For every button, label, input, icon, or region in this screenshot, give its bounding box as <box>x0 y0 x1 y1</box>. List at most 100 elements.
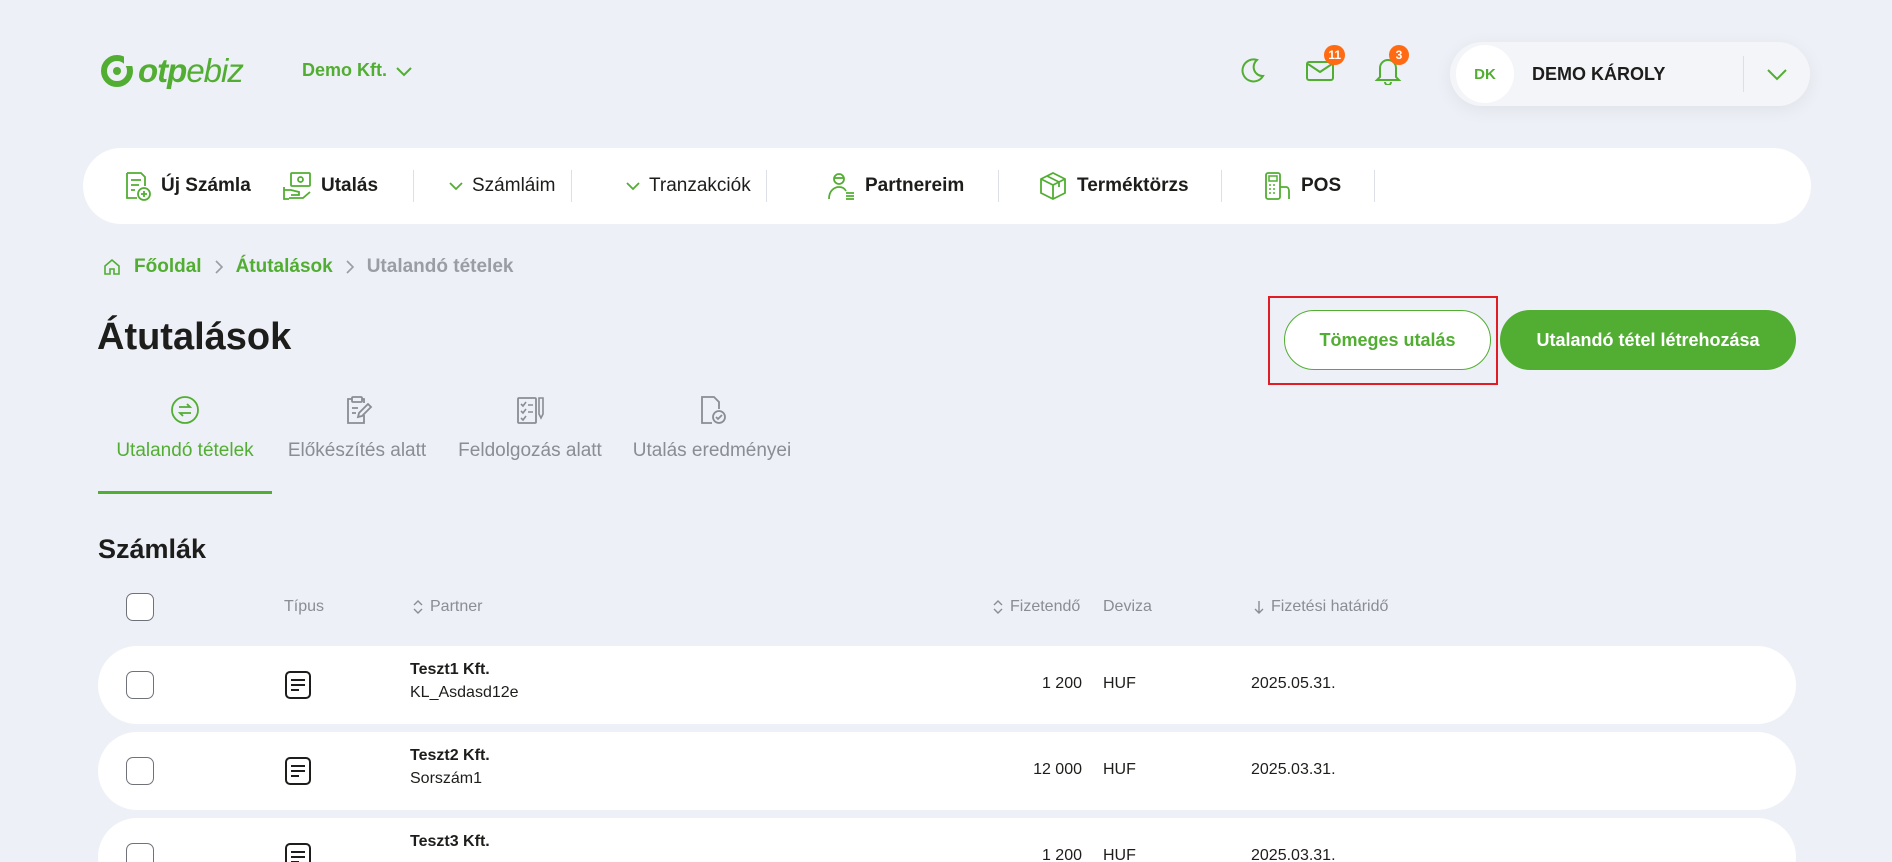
document-check-icon <box>701 396 726 424</box>
document-icon <box>285 671 311 699</box>
partner-reference: Sorszám1 <box>410 770 483 787</box>
active-tab-indicator <box>98 491 272 494</box>
nav-partners-label: Partnereim <box>865 175 965 196</box>
logo-text: otpebiz <box>138 52 244 89</box>
currency: HUF <box>1103 675 1136 692</box>
nav-partners[interactable]: Partnereim <box>825 148 964 224</box>
divider <box>1374 170 1375 202</box>
row-checkbox[interactable] <box>126 671 154 699</box>
payment-deadline: 2025.03.31. <box>1251 847 1336 862</box>
breadcrumb-transfers[interactable]: Átutalások <box>236 256 333 278</box>
notifications-button[interactable]: 3 <box>1373 45 1409 86</box>
chevron-down-icon <box>1767 69 1787 81</box>
invoice-add-icon <box>126 172 151 201</box>
partner-name: Teszt3 Kft. <box>410 833 490 850</box>
dark-mode-toggle[interactable] <box>1238 55 1268 85</box>
checklist-icon <box>517 397 544 424</box>
nav-transactions-label: Tranzakciók <box>649 175 751 196</box>
otp-logo-icon <box>101 55 134 87</box>
divider <box>413 170 414 202</box>
sort-icon <box>993 600 1003 614</box>
chevron-down-icon <box>396 66 412 76</box>
breadcrumb: Főoldal Átutalások Utalandó tételek <box>102 256 513 278</box>
user-menu[interactable]: DK DEMO KÁROLY <box>1450 42 1810 106</box>
select-all-checkbox[interactable] <box>126 593 154 621</box>
partner-cell: Teszt1 Kft. KL_Asdasd12e <box>410 661 519 702</box>
bell-badge: 3 <box>1389 45 1409 65</box>
breadcrumb-current: Utalandó tételek <box>366 256 514 277</box>
partner-cell: Teszt2 Kft. Sorszám1 <box>410 747 490 788</box>
tab-label: Utalandó tételek <box>116 440 254 461</box>
moon-icon <box>1241 58 1265 83</box>
user-menu-toggle[interactable] <box>1744 67 1810 81</box>
partner-name: Teszt1 Kft. <box>410 661 490 678</box>
nav-products[interactable]: Terméktörzs <box>1037 148 1189 224</box>
column-header-deadline[interactable]: Fizetési határidő <box>1253 598 1388 616</box>
invoices-section-title: Számlák <box>98 534 207 564</box>
amount: 1 200 <box>1041 675 1082 692</box>
tab-in-preparation[interactable]: Előkészítés alatt <box>286 392 428 492</box>
sort-icon <box>413 600 423 614</box>
chevron-right-icon <box>214 260 223 274</box>
bulk-transfer-button[interactable]: Tömeges utalás <box>1284 310 1491 370</box>
tab-label: Előkészítés alatt <box>287 440 427 461</box>
partner-person-icon <box>828 173 854 200</box>
money-transfer-icon <box>283 172 311 200</box>
home-icon[interactable] <box>102 257 122 277</box>
document-icon <box>285 843 311 862</box>
transfer-arrows-icon <box>171 396 199 424</box>
page-title: Átutalások <box>97 316 292 358</box>
box-icon <box>1040 171 1066 201</box>
column-header-type: Típus <box>284 598 325 615</box>
currency: HUF <box>1103 761 1136 778</box>
nav-pos-label: POS <box>1301 175 1342 196</box>
create-transfer-item-button[interactable]: Utalandó tétel létrehozása <box>1500 310 1796 370</box>
nav-transfer-label: Utalás <box>321 175 379 196</box>
nav-transactions[interactable]: Tranzakciók <box>625 148 751 224</box>
tab-label: Utalás eredményei <box>632 440 792 461</box>
divider <box>998 170 999 202</box>
column-header-currency: Deviza <box>1103 598 1152 615</box>
top-bar: otpebiz Demo Kft. 11 3 DK DEMO KÁROLY <box>0 0 1892 140</box>
nav-accounts[interactable]: Számláim <box>448 148 555 224</box>
chevron-right-icon <box>346 260 354 274</box>
partner-cell: Teszt3 Kft. <box>410 833 490 856</box>
row-checkbox[interactable] <box>126 843 154 862</box>
chevron-down-icon <box>449 182 463 191</box>
pos-terminal-icon <box>1265 172 1290 200</box>
payment-deadline: 2025.05.31. <box>1251 675 1336 692</box>
otpebiz-logo[interactable]: otpebiz <box>100 52 244 90</box>
row-checkbox[interactable] <box>126 757 154 785</box>
column-header-partner[interactable]: Partner <box>412 598 482 616</box>
partner-name: Teszt2 Kft. <box>410 747 490 764</box>
main-nav: Új Számla Utalás Számláim Tranzakciók Pa… <box>83 148 1811 224</box>
partner-reference: KL_Asdasd12e <box>410 684 519 701</box>
divider <box>766 170 767 202</box>
user-name: DEMO KÁROLY <box>1532 63 1666 84</box>
company-selector[interactable]: Demo Kft. <box>302 60 413 81</box>
nav-transfer[interactable]: Utalás <box>281 148 378 224</box>
document-icon <box>285 757 311 785</box>
tab-processing[interactable]: Feldolgozás alatt <box>458 392 602 492</box>
avatar: DK <box>1456 45 1514 103</box>
sort-descending-icon <box>1254 601 1264 614</box>
amount: 1 200 <box>1041 847 1082 862</box>
table-row[interactable]: Teszt1 Kft. KL_Asdasd12e 1 200 HUF 2025.… <box>98 646 1796 724</box>
nav-new-invoice[interactable]: Új Számla <box>121 148 251 224</box>
tab-label: Feldolgozás alatt <box>458 440 602 461</box>
checkbox[interactable] <box>126 593 154 621</box>
messages-button[interactable]: 11 <box>1305 45 1345 85</box>
company-name: Demo Kft. <box>302 60 387 80</box>
column-header-payable[interactable]: Fizetendő <box>992 598 1080 616</box>
nav-accounts-label: Számláim <box>472 175 556 196</box>
table-row[interactable]: Teszt2 Kft. Sorszám1 12 000 HUF 2025.03.… <box>98 732 1796 810</box>
nav-products-label: Terméktörzs <box>1077 175 1189 196</box>
amount: 12 000 <box>1033 761 1082 778</box>
payment-deadline: 2025.03.31. <box>1251 761 1336 778</box>
table-row[interactable]: Teszt3 Kft. 1 200 HUF 2025.03.31. <box>98 818 1796 862</box>
nav-pos[interactable]: POS <box>1261 148 1341 224</box>
breadcrumb-home[interactable]: Főoldal <box>134 256 202 278</box>
tab-pending-items[interactable]: Utalandó tételek <box>98 392 272 492</box>
nav-new-invoice-label: Új Számla <box>161 175 251 196</box>
tab-transfer-results[interactable]: Utalás eredményei <box>632 392 792 492</box>
